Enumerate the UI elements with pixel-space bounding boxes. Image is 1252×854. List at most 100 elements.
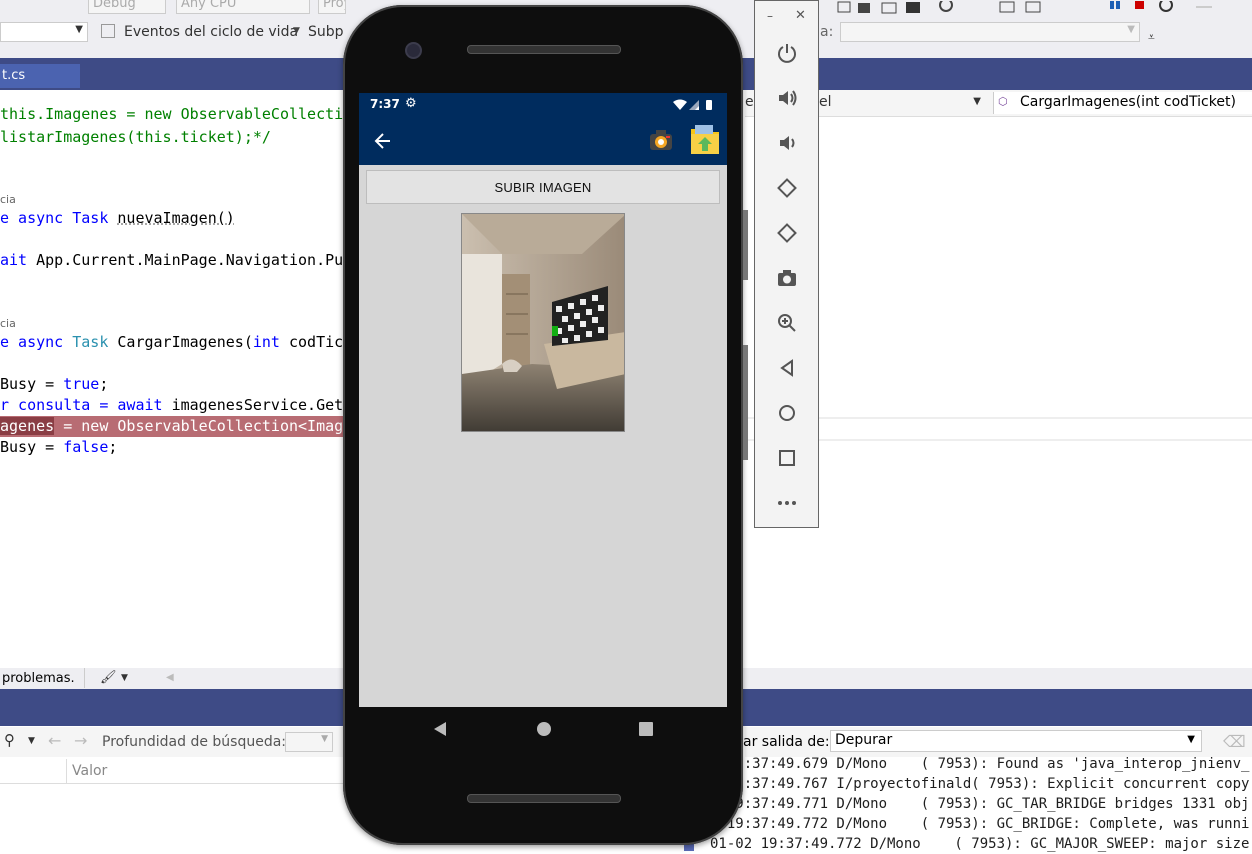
more-button[interactable] bbox=[773, 489, 801, 517]
power-button[interactable] bbox=[773, 39, 801, 67]
watch-header: Valor bbox=[0, 759, 343, 784]
value-column-header[interactable]: Valor bbox=[72, 763, 107, 779]
overview-button[interactable] bbox=[773, 444, 801, 472]
platform-combo-value: Any CPU bbox=[181, 0, 237, 11]
output-line: 2 19:37:49.772 D/Mono ( 7953): GC_BRIDGE… bbox=[710, 816, 1250, 832]
watch-toolbar: ⚲ ▼ ← → Profundidad de búsqueda: ▼ bbox=[0, 727, 343, 757]
code-type: Task bbox=[72, 209, 118, 227]
method-combo[interactable]: ⬡ CargarImagenes(int codTicket) bbox=[993, 92, 1252, 114]
battery-icon bbox=[706, 100, 712, 110]
rotate-right-button[interactable] bbox=[773, 219, 801, 247]
code-editor[interactable]: this.Imagenes = new ObservableCollecti l… bbox=[0, 104, 343, 664]
column-divider[interactable] bbox=[66, 759, 67, 783]
chevron-down-icon: ▼ bbox=[1127, 24, 1135, 35]
chevron-down-icon: ▼ bbox=[293, 26, 300, 36]
rotate-left-icon bbox=[777, 178, 797, 198]
rotate-left-button[interactable] bbox=[773, 174, 801, 202]
codelens-reference[interactable]: cia bbox=[0, 193, 16, 206]
type-combo[interactable]: el ▼ bbox=[819, 92, 987, 114]
tab-label: t.cs bbox=[2, 68, 26, 83]
home-button[interactable] bbox=[773, 399, 801, 427]
field-label: a: bbox=[820, 24, 834, 40]
member-combo[interactable]: ▼ bbox=[0, 22, 88, 42]
code-line: Busy = false; bbox=[0, 437, 117, 458]
close-icon[interactable]: ✕ bbox=[795, 8, 806, 23]
sub-menu[interactable]: Subp bbox=[308, 24, 344, 40]
highlighted-code-line: agenes = new ObservableCollection<Imag bbox=[0, 416, 343, 437]
volume-up-icon bbox=[779, 90, 797, 106]
navigation-bar: es el ▼ ⬡ CargarImagenes(int codTicket) bbox=[745, 90, 1252, 117]
status-icons bbox=[673, 99, 712, 110]
back-arrow-icon[interactable]: ← bbox=[48, 731, 61, 750]
android-nav-bar bbox=[359, 707, 727, 747]
scroll-left-icon[interactable]: ◀ bbox=[166, 672, 174, 683]
chevron-down-icon: ▼ bbox=[973, 96, 981, 107]
output-line: 2 19:37:49.767 I/proyectofinald( 7953): … bbox=[710, 776, 1250, 792]
code-line: ait App.Current.MainPage.Navigation.Pu bbox=[0, 250, 343, 271]
divider bbox=[84, 668, 85, 688]
overflow-icon[interactable]: ⩡ bbox=[1148, 30, 1155, 45]
project-combo[interactable]: Proye bbox=[318, 0, 346, 14]
code-keyword: ait bbox=[0, 251, 37, 269]
code-text: Busy = bbox=[0, 438, 64, 456]
top-speaker bbox=[467, 45, 621, 54]
emulator-control-panel: – ✕ bbox=[754, 0, 819, 528]
room-photo[interactable] bbox=[461, 213, 625, 432]
editor-divider bbox=[745, 417, 1252, 441]
tab-code-file[interactable]: t.cs bbox=[0, 64, 80, 88]
camera-icon bbox=[778, 270, 796, 286]
side-volume-key bbox=[743, 210, 748, 280]
code-type: Task bbox=[72, 333, 118, 351]
folder-upload-icon[interactable] bbox=[689, 123, 721, 157]
code-keyword: int bbox=[252, 333, 289, 351]
chevron-down-icon: ▼ bbox=[321, 734, 328, 744]
lifecycle-events-menu[interactable]: Eventos del ciclo de vida bbox=[124, 24, 298, 40]
debug-toolbar-icons[interactable] bbox=[830, 0, 1230, 14]
zoom-icon bbox=[778, 314, 796, 332]
minimize-icon[interactable]: – bbox=[767, 9, 773, 23]
code-line: r consulta = await imagenesService.Get bbox=[0, 395, 343, 416]
overview-square-icon bbox=[779, 450, 795, 466]
chevron-down-icon: ▼ bbox=[28, 736, 35, 746]
code-keyword: false bbox=[63, 438, 109, 456]
code-line: e async Task CargarImagenes(int codTic bbox=[0, 332, 343, 353]
phone-screen: 7:37 ⚙ SUBIR IMAGEN bbox=[359, 93, 727, 707]
clear-output-icon[interactable]: ⌫ bbox=[1223, 732, 1246, 751]
nav-home-icon[interactable] bbox=[536, 721, 552, 737]
status-time: 7:37 bbox=[370, 97, 400, 111]
forward-arrow-icon[interactable]: → bbox=[74, 731, 87, 750]
back-button[interactable] bbox=[773, 354, 801, 382]
output-line: 2 19:37:49.771 D/Mono ( 7953): GC_TAR_BR… bbox=[710, 796, 1250, 812]
side-power-key bbox=[743, 345, 748, 460]
code-line: e async Task nuevaImagen() bbox=[0, 208, 235, 229]
config-combo-value: Debug bbox=[93, 0, 136, 11]
camera-app-icon[interactable] bbox=[647, 125, 677, 155]
code-line: this.Imagenes = new ObservableCollecti bbox=[0, 105, 343, 123]
brush-icon[interactable]: 🖌 bbox=[100, 670, 117, 685]
platform-combo[interactable]: Any CPU bbox=[176, 0, 310, 14]
config-combo[interactable]: Debug bbox=[88, 0, 166, 14]
nav-back-icon[interactable] bbox=[433, 721, 447, 737]
code-text: imagenesService.Get bbox=[171, 396, 344, 414]
target-combo[interactable]: ▼ bbox=[840, 22, 1140, 42]
problems-status[interactable]: problemas. bbox=[2, 671, 75, 686]
output-source-combo[interactable]: Depurar ▼ bbox=[830, 730, 1202, 752]
zoom-button[interactable] bbox=[773, 309, 801, 337]
method-icon: ⬡ bbox=[998, 95, 1008, 108]
screenshot-button[interactable] bbox=[773, 264, 801, 292]
search-depth-combo[interactable]: ▼ bbox=[285, 732, 333, 752]
volume-up-button[interactable] bbox=[773, 84, 801, 112]
code-text: = new ObservableCollection<Imag bbox=[54, 417, 343, 435]
upload-image-button[interactable]: SUBIR IMAGEN bbox=[366, 170, 720, 204]
app-toolbar bbox=[359, 117, 727, 165]
codelens-reference[interactable]: cia bbox=[0, 317, 16, 330]
output-toolbar: ar salida de: Depurar ▼ ⌫ bbox=[743, 727, 1252, 757]
volume-down-button[interactable] bbox=[773, 129, 801, 157]
nav-overview-icon[interactable] bbox=[639, 722, 653, 736]
home-circle-icon bbox=[779, 405, 795, 421]
back-arrow-icon[interactable] bbox=[373, 131, 393, 151]
code-method-name: CargarImagenes( bbox=[117, 333, 253, 351]
code-keyword: true bbox=[63, 375, 100, 393]
more-dots-icon bbox=[778, 501, 796, 505]
search-icon[interactable]: ⚲ bbox=[4, 731, 15, 749]
